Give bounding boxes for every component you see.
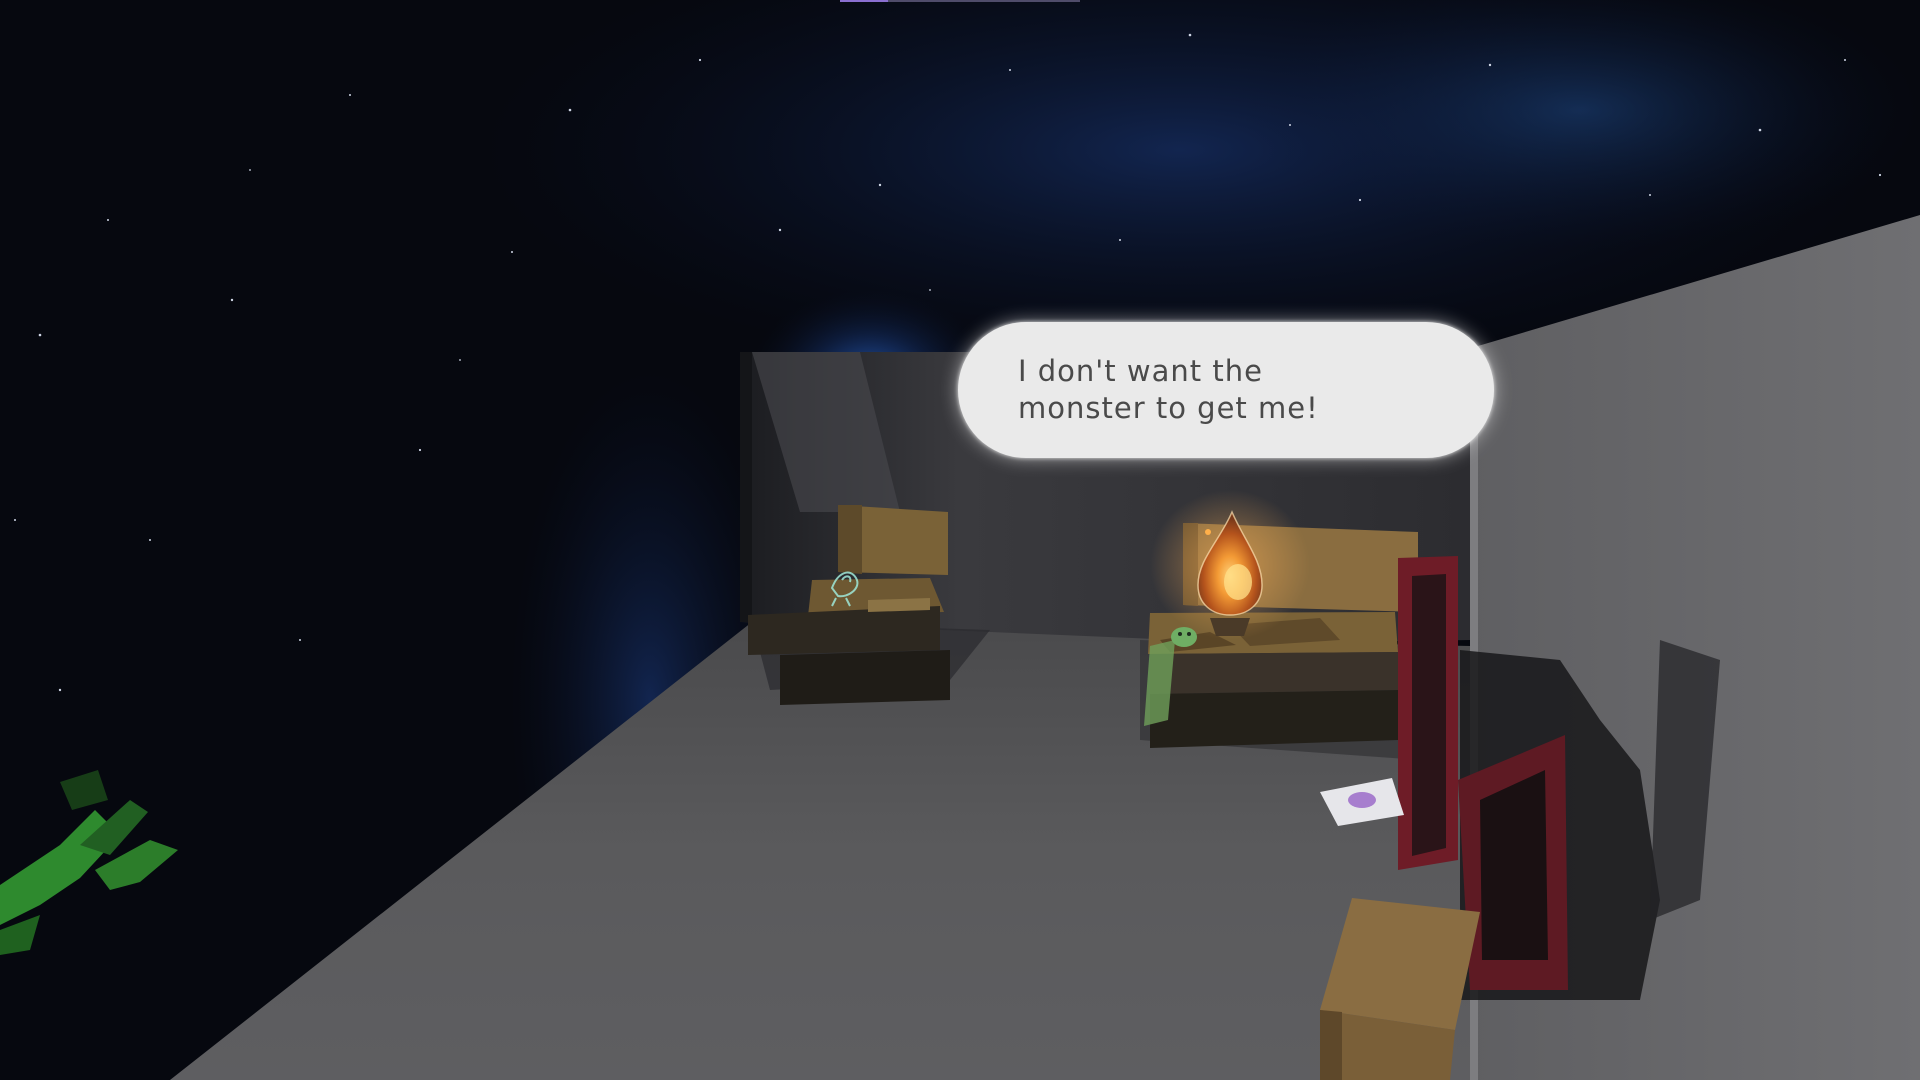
flame-base [1210,618,1250,636]
game-scene [0,0,1920,1080]
speech-bubble: I don't want the monster to get me! [958,322,1494,458]
back-wall-edge [740,352,752,622]
game-viewport[interactable]: I don't want the monster to get me! [0,0,1920,1080]
ember [1205,529,1211,535]
progress-accent [840,0,888,2]
dialogue-line: monster to get me! [1018,391,1319,425]
flame-highlight [1224,564,1252,600]
dialogue-line: I don't want the [1018,354,1263,388]
progress-indicator [840,0,1080,2]
